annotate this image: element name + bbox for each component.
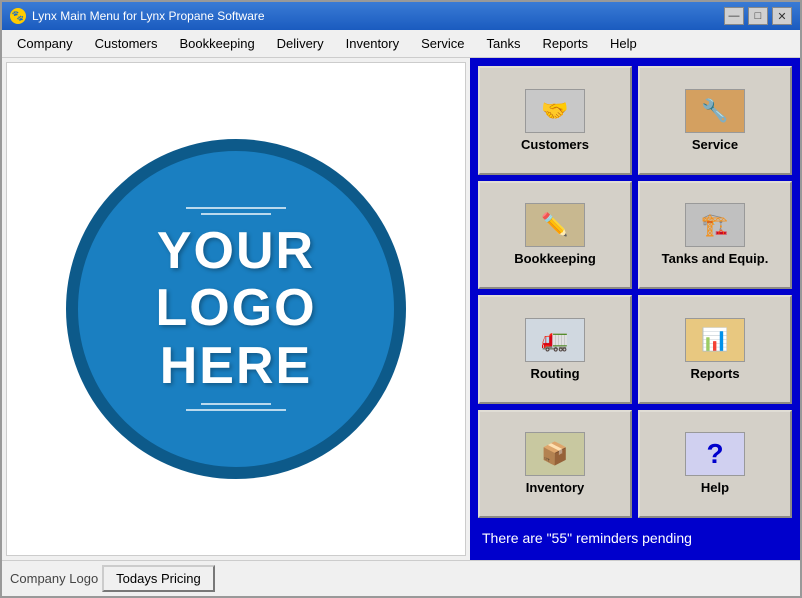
customers-label: Customers [521,137,589,152]
reports-thumb: 📊 [685,318,745,362]
menu-reports[interactable]: Reports [531,31,599,56]
bottom-bar: Company Logo Todays Pricing [2,560,800,596]
tanks-thumb: 🏗️ [685,203,745,247]
logo-panel: YOUR LOGO HERE [6,62,466,556]
menu-tanks[interactable]: Tanks [475,31,531,56]
menu-bar: Company Customers Bookkeeping Delivery I… [2,30,800,58]
menu-delivery[interactable]: Delivery [266,31,335,56]
company-logo-label: Company Logo [10,571,98,586]
bookkeeping-thumb: ✏️ [525,203,585,247]
inventory-button[interactable]: 📦 Inventory [478,410,632,519]
close-button[interactable]: ✕ [772,7,792,25]
logo-line-2 [201,213,271,215]
tanks-button[interactable]: 🏗️ Tanks and Equip. [638,181,792,290]
help-button[interactable]: ? Help [638,410,792,519]
menu-inventory[interactable]: Inventory [335,31,410,56]
logo-line3: HERE [155,338,316,395]
routing-button[interactable]: 🚛 Routing [478,295,632,404]
main-content: YOUR LOGO HERE 🤝 [2,58,800,560]
window-controls: — □ ✕ [724,7,792,25]
bookkeeping-button[interactable]: ✏️ Bookkeeping [478,181,632,290]
menu-company[interactable]: Company [6,31,84,56]
reports-button[interactable]: 📊 Reports [638,295,792,404]
menu-service[interactable]: Service [410,31,475,56]
help-thumb: ? [685,432,745,476]
service-label: Service [692,137,738,152]
menu-bookkeeping[interactable]: Bookkeeping [169,31,266,56]
logo-area: YOUR LOGO HERE [66,109,406,509]
customers-thumb: 🤝 [525,89,585,133]
bookkeeping-label: Bookkeeping [514,251,596,266]
reminder-text: There are "55" reminders pending [478,524,792,552]
routing-label: Routing [530,366,579,381]
logo-line-1 [186,207,286,209]
button-grid: 🤝 Customers 🔧 Service ✏️ Bookkeep [478,66,792,518]
minimize-button[interactable]: — [724,7,744,25]
customers-button[interactable]: 🤝 Customers [478,66,632,175]
reports-label: Reports [690,366,739,381]
logo-line-4 [186,409,286,411]
menu-help[interactable]: Help [599,31,648,56]
service-thumb: 🔧 [685,89,745,133]
inventory-thumb: 📦 [525,432,585,476]
logo-line2: LOGO [155,280,316,337]
title-bar-left: 🐾 Lynx Main Menu for Lynx Propane Softwa… [10,8,265,24]
logo-lines-top [186,207,286,215]
todays-pricing-button[interactable]: Todays Pricing [102,565,215,592]
logo-line1: YOUR [155,223,316,280]
logo-circle: YOUR LOGO HERE [66,139,406,479]
inventory-label: Inventory [526,480,585,495]
maximize-button[interactable]: □ [748,7,768,25]
logo-text: YOUR LOGO HERE [155,223,316,395]
service-button[interactable]: 🔧 Service [638,66,792,175]
menu-customers[interactable]: Customers [84,31,169,56]
title-bar: 🐾 Lynx Main Menu for Lynx Propane Softwa… [2,2,800,30]
routing-thumb: 🚛 [525,318,585,362]
app-icon: 🐾 [10,8,26,24]
logo-lines-bottom [186,403,286,411]
logo-line-3 [201,403,271,405]
main-window: 🐾 Lynx Main Menu for Lynx Propane Softwa… [0,0,802,598]
tanks-label: Tanks and Equip. [662,251,769,266]
help-label: Help [701,480,729,495]
window-title: Lynx Main Menu for Lynx Propane Software [32,9,265,23]
right-panel: 🤝 Customers 🔧 Service ✏️ Bookkeep [470,58,800,560]
